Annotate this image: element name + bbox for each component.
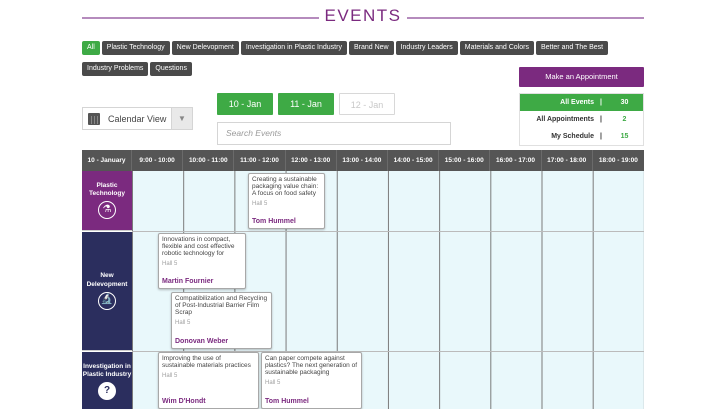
time-slot-header: 12:00 - 13:00 [286, 150, 337, 171]
time-slot-header: 13:00 - 14:00 [337, 150, 388, 171]
row-header-label: New Delevopment [86, 272, 128, 288]
row-header-label: Investigation in Plastic Industry [82, 362, 132, 378]
event-title: Compatibilization and Recycling of Post-… [175, 295, 268, 317]
stat-separator: | [600, 133, 602, 140]
stat-value: 30 [620, 99, 629, 106]
event-speaker: Tom Hummel [252, 218, 296, 225]
time-slot-header: 16:00 - 17:00 [490, 150, 542, 171]
event-hall: Hall 5 [175, 320, 191, 327]
stats-panel: All Events | 30 All Appointments | 2 My … [519, 93, 644, 146]
event-speaker: Martin Fournier [162, 278, 214, 285]
event-card[interactable]: Creating a sustainable packaging value c… [248, 173, 325, 229]
event-card[interactable]: Improving the use of sustainable materia… [158, 352, 259, 409]
calendar-icon [88, 112, 100, 125]
category-chip-industry-leaders[interactable]: Industry Leaders [395, 41, 458, 55]
event-title: Creating a sustainable packaging value c… [252, 176, 319, 198]
stat-separator: | [600, 99, 602, 106]
event-hall: Hall 5 [162, 373, 178, 380]
category-chip-new-delevopment[interactable]: New Delevopment [171, 41, 239, 55]
stat-separator: | [600, 116, 602, 123]
question-icon: ? [98, 382, 116, 401]
event-speaker: Wim D'Hondt [162, 398, 206, 405]
event-card[interactable]: Compatibilization and Recycling of Post-… [171, 292, 272, 349]
header-rule-left [82, 17, 319, 19]
date-tab-11-jan[interactable]: 11 - Jan [278, 93, 334, 115]
stat-all-events[interactable]: All Events | 30 [520, 94, 643, 111]
row-header-investigation[interactable]: Investigation in Plastic Industry ? [82, 352, 132, 409]
view-select[interactable]: Calendar View ▼ [82, 107, 193, 130]
stat-label: All Appointments [536, 116, 594, 123]
event-hall: Hall 5 [252, 201, 268, 208]
header-rule-right [407, 17, 644, 19]
event-title: Improving the use of sustainable materia… [162, 355, 251, 370]
event-card[interactable]: Innovations in compact, flexible and cos… [158, 233, 246, 289]
event-speaker: Donovan Weber [175, 338, 229, 345]
row-header-label: Plastic Technology [89, 181, 125, 197]
category-chip-investigation[interactable]: Investigation in Plastic Industry [240, 41, 347, 55]
event-hall: Hall 5 [265, 380, 281, 387]
stat-value: 15 [620, 133, 629, 140]
category-chip-questions[interactable]: Questions [150, 62, 192, 76]
time-slot-header: 9:00 - 10:00 [132, 150, 184, 171]
category-chip-better-best[interactable]: Better and The Best [535, 41, 609, 55]
page-title: EVENTS [324, 6, 402, 25]
event-speaker: Tom Hummel [265, 398, 309, 405]
time-slot-header: 18:00 - 19:00 [598, 157, 638, 164]
category-chip-materials-colors[interactable]: Materials and Colors [459, 41, 534, 55]
schedule-date-label: 10 - January [82, 150, 132, 171]
time-slot-header: 14:00 - 15:00 [388, 150, 440, 171]
category-chip-all[interactable]: All [82, 41, 100, 55]
stat-my-schedule[interactable]: My Schedule | 15 [520, 128, 643, 145]
schedule-header: 10 - January 9:00 - 10:00 10:00 - 11:00 … [82, 150, 644, 171]
view-select-label: Calendar View [108, 113, 167, 124]
time-slot-header: 17:00 - 18:00 [542, 150, 593, 171]
category-chip-plastic-technology[interactable]: Plastic Technology [101, 41, 170, 55]
event-title: Can paper compete against plastics? The … [265, 355, 358, 377]
stat-label: My Schedule [551, 133, 594, 140]
row-divider [132, 231, 644, 232]
lab-flask-icon: ⚗ [98, 201, 116, 220]
event-hall: Hall 5 [162, 261, 178, 268]
make-appointment-button[interactable]: Make an Appointment [519, 67, 644, 87]
time-slot-header: 15:00 - 16:00 [439, 150, 491, 171]
stat-value: 2 [622, 116, 627, 123]
event-card[interactable]: Can paper compete against plastics? The … [261, 352, 362, 409]
stat-label: All Events [560, 99, 594, 106]
search-input[interactable]: Search Events [217, 122, 451, 145]
category-chip-industry-problems[interactable]: Industry Problems [82, 62, 149, 76]
microscope-icon: 🔬 [98, 291, 116, 310]
stat-all-appointments[interactable]: All Appointments | 2 [520, 111, 643, 128]
schedule-grid: Plastic Technology ⚗ New Delevopment 🔬 I… [82, 171, 644, 409]
time-slot-header: 11:00 - 12:00 [234, 150, 286, 171]
chevron-down-icon[interactable]: ▼ [171, 108, 192, 129]
time-slot-header: 10:00 - 11:00 [183, 150, 235, 171]
row-header-plastic-technology[interactable]: Plastic Technology ⚗ [82, 171, 132, 231]
event-title: Innovations in compact, flexible and cos… [162, 236, 235, 258]
category-chip-brand-new[interactable]: Brand New [348, 41, 394, 55]
date-tab-10-jan[interactable]: 10 - Jan [217, 93, 273, 115]
row-header-new-delevopment[interactable]: New Delevopment 🔬 [82, 232, 132, 351]
date-tab-12-jan[interactable]: 12 - Jan [339, 93, 395, 115]
